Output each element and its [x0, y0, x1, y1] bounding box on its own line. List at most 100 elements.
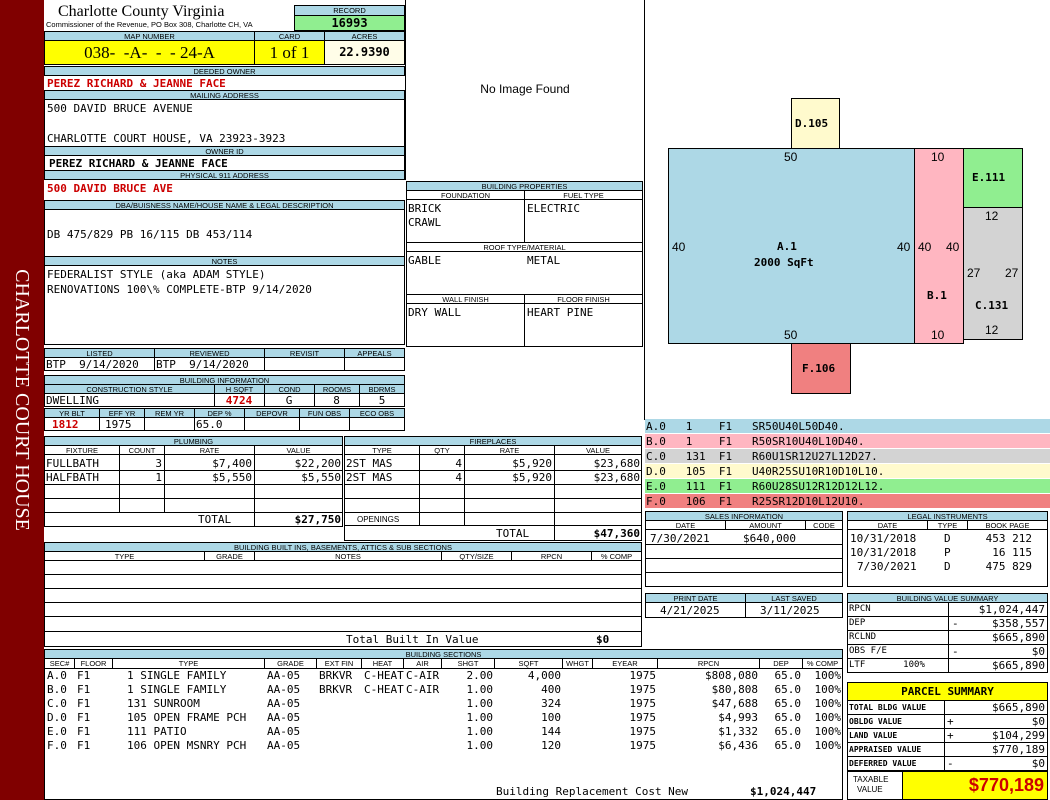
fire-col-rate: RATE — [464, 445, 555, 455]
replacement-label: Building Replacement Cost New — [496, 785, 689, 798]
sections-cell: 1975 — [629, 711, 657, 724]
sections-cell: 100% — [814, 697, 842, 710]
sections-cell — [317, 711, 362, 725]
sketch-area: D.105 E.111 A.1 2000 SqFt B.1 C.131 F.10… — [645, 0, 1050, 420]
sections-cell: AA-05 — [267, 739, 301, 752]
parcel-row-label: APPRAISED VALUE — [849, 745, 922, 754]
sections-cell: $1,332 — [718, 725, 758, 738]
sections-cell: $80,808 — [711, 683, 758, 696]
fire-type-1: 2ST MAS — [346, 457, 393, 470]
sections-cell: 1 SINGLE FAMILY — [127, 669, 227, 682]
rooms-value: 8 — [333, 394, 340, 407]
physical-address: 500 DAVID BRUCE AVE — [47, 182, 173, 195]
sections-cell: 1975 — [629, 697, 657, 710]
dim-40-b1-left: 40 — [918, 240, 932, 254]
parcel-row-sign: + — [944, 715, 954, 729]
fire-qty-1: 4 — [455, 457, 462, 470]
sections-cell — [404, 725, 442, 739]
plumb-value-1: $22,200 — [294, 457, 341, 470]
sections-cell: C.0 — [47, 697, 67, 710]
value-summary-sign — [948, 603, 952, 617]
parcel-row-value: $0 — [1031, 715, 1045, 728]
deeded-owner: PEREZ RICHARD & JEANNE FACE — [47, 77, 226, 90]
sections-cell — [563, 697, 593, 711]
sections-col-header: RPCN — [658, 659, 760, 669]
sections-col-header: WHGT — [563, 659, 593, 669]
sections-cell: C-AIR — [406, 669, 440, 682]
fire-col-type: TYPE — [344, 445, 420, 455]
parcel-row-sign: - — [944, 757, 954, 771]
sections-cell: F.0 — [47, 739, 67, 752]
roof-2: METAL — [527, 254, 561, 267]
vector-line: C.0 131 F1 R60U1SR12U27L12D27. — [645, 449, 1050, 464]
sketch-label-f106: F.106 — [802, 362, 836, 375]
sections-cell: C-HEAT — [364, 669, 404, 682]
sections-cell: F1 — [77, 725, 91, 738]
sections-cell: 105 OPEN FRAME PCH — [127, 711, 247, 724]
deeded-owner-label: DEEDED OWNER — [44, 66, 405, 76]
sections-cell: 2.00 — [466, 669, 494, 682]
sections-cell: AA-05 — [267, 669, 301, 682]
sections-cell — [404, 739, 442, 753]
sections-cell: AA-05 — [267, 697, 301, 710]
plumb-rate-2: $5,550 — [212, 471, 252, 484]
parcel-row-label: OBLDG VALUE — [849, 717, 902, 726]
sections-cell: 131 SUNROOM — [127, 697, 200, 710]
sections-cell: AA-05 — [267, 725, 301, 738]
dim-40-left: 40 — [672, 240, 686, 254]
sections-col-header: TYPE — [113, 659, 265, 669]
plumb-fixture-2: HALFBATH — [46, 471, 99, 484]
sections-cell — [362, 711, 404, 725]
plumb-total-label: TOTAL — [198, 513, 232, 526]
bdrms-value: 5 — [378, 394, 386, 407]
value-summary-label: RCLND — [849, 632, 877, 642]
value-summary-label: RPCN — [849, 604, 871, 614]
roof-1: GABLE — [408, 254, 442, 267]
sections-cell — [563, 725, 593, 739]
dim-27-right: 27 — [1005, 266, 1019, 280]
hsqft-value: 4724 — [225, 394, 253, 407]
mailing-line1: 500 DAVID BRUCE AVENUE — [47, 102, 193, 115]
mailing-line2: CHARLOTTE COURT HOUSE, VA 23923-3923 — [47, 132, 286, 145]
parcel-row-label: LAND VALUE — [849, 731, 898, 740]
plumb-col-value: VALUE — [254, 445, 343, 455]
parcel-row-value: $770,189 — [992, 743, 1045, 756]
sections-cell: 324 — [541, 697, 561, 710]
fire-qty-2: 4 — [455, 471, 462, 484]
sections-col-header: SQFT — [495, 659, 563, 669]
legal-date-1: 10/31/2018 — [850, 532, 917, 545]
parcel-row-value: $665,890 — [992, 701, 1045, 714]
legal-book-2: 16 115 — [992, 546, 1032, 559]
builtins-total-label: Total Built In Value — [346, 633, 479, 646]
taxable-label-2: VALUE — [857, 785, 883, 794]
yrblt-value: 1812 — [52, 418, 79, 431]
floor-value: HEART PINE — [527, 306, 594, 319]
value-summary-label: OBS F/E — [849, 646, 887, 656]
last-saved: 3/11/2025 — [760, 604, 820, 617]
sections-cell: A.0 — [47, 669, 67, 682]
value-summary-value: $1,024,447 — [978, 603, 1045, 616]
sections-cell: 65.0 — [774, 697, 802, 710]
sections-cell: 1975 — [629, 739, 657, 752]
value-summary-sign: - — [948, 617, 959, 631]
record-number: 16993 — [294, 15, 405, 31]
fire-col-value: VALUE — [554, 445, 642, 455]
vector-line: A.0 1 F1 SR50U40L50D40. — [645, 419, 1050, 434]
plumb-count-1: 3 — [155, 457, 162, 470]
sections-cell: F1 — [77, 683, 91, 696]
sections-cell: F1 — [77, 711, 91, 724]
foundation-2: CRAWL — [408, 216, 442, 229]
sections-col-header: AIR — [404, 659, 442, 669]
dim-10-bottom: 10 — [931, 328, 945, 342]
sections-cell — [317, 725, 362, 739]
sections-cell: 100% — [814, 683, 842, 696]
sections-cell: AA-05 — [267, 683, 301, 696]
vector-line: D.0 105 F1 U40R25SU10R10D10L10. — [645, 464, 1050, 479]
sections-cell: 1.00 — [466, 725, 494, 738]
sections-col-header: % COMP — [803, 659, 843, 669]
sections-table: SEC# FLOOR TYPE GRADE EXT FIN HEAT AIR SHGT SQFT… — [44, 658, 843, 800]
sections-cell — [404, 711, 442, 725]
sections-cell: BRKVR — [319, 683, 353, 696]
sections-col-header: HEAT — [362, 659, 404, 669]
sections-cell — [317, 697, 362, 711]
